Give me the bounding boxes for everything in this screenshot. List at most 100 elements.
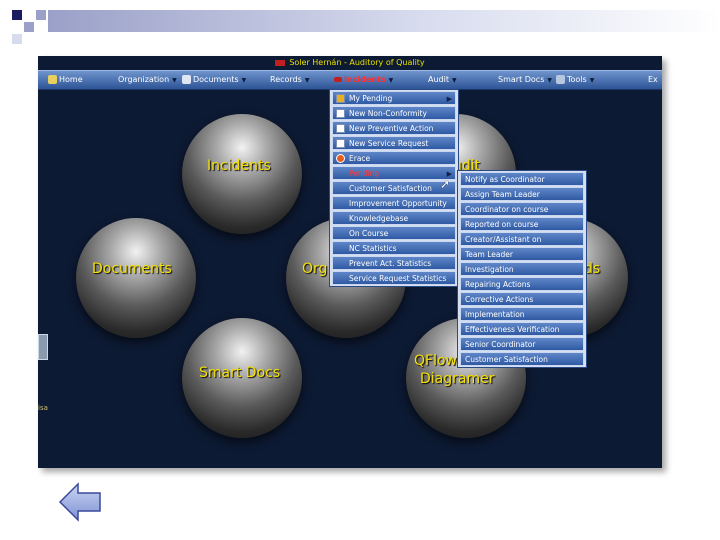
nav-smart-docs[interactable]: Smart Docs ▼: [498, 71, 552, 89]
sphere-label: QFlow: [414, 353, 457, 369]
submenu-item-investigation[interactable]: Investigation: [460, 262, 584, 276]
menu-item-label: Customer Satisfaction: [465, 355, 548, 364]
menu-item-on-course[interactable]: On Course: [332, 226, 456, 240]
submenu-item-creator-assistant-on[interactable]: Creator/Assistant on: [460, 232, 584, 246]
flag-icon: [275, 59, 286, 66]
nav-organization[interactable]: Organization ▼: [118, 71, 177, 89]
menu-item-new-service-request[interactable]: New Service Request: [332, 136, 456, 150]
submenu-item-team-leader[interactable]: Team Leader: [460, 247, 584, 261]
nav-exit-label: Ex: [648, 75, 658, 84]
sphere-label: Org: [302, 261, 328, 277]
menu-item-new-preventive-action[interactable]: New Preventive Action: [332, 121, 456, 135]
chevron-down-icon: ▼: [388, 77, 394, 84]
menu-item-label: Improvement Opportunity: [349, 199, 447, 208]
submenu-item-coordinator-on-course[interactable]: Coordinator on course: [460, 202, 584, 216]
nav-exit[interactable]: Ex: [648, 71, 658, 89]
menu-item-prevent-act-statistics[interactable]: Prevent Act. Statistics: [332, 256, 456, 270]
menu-item-label: New Preventive Action: [349, 124, 434, 133]
submenu-item-corrective-actions[interactable]: Corrective Actions: [460, 292, 584, 306]
menu-item-label: Repairing Actions: [465, 280, 531, 289]
chevron-down-icon: ▼: [172, 77, 177, 84]
menu-item-label: Investigation: [465, 265, 514, 274]
side-widget[interactable]: [38, 334, 48, 360]
document-icon: [336, 124, 345, 133]
submenu-item-implementation[interactable]: Implementation: [460, 307, 584, 321]
sphere-incidents[interactable]: [182, 114, 302, 234]
nav-records-label: Records: [270, 75, 302, 84]
nav-home[interactable]: Home: [48, 71, 83, 89]
menu-item-my-pending[interactable]: My Pending ▶: [332, 91, 456, 105]
nav-incidents-label: Incidents: [344, 75, 386, 84]
decor-square: [24, 22, 34, 32]
menu-item-label: My Pending: [349, 94, 393, 103]
window-title: Soler Hernán - Auditory of Quality: [38, 58, 662, 70]
menu-item-improvement-opportunity[interactable]: Improvement Opportunity: [332, 196, 456, 210]
menu-item-label: On Course: [349, 229, 389, 238]
chevron-down-icon: ▼: [451, 77, 457, 84]
sphere-label: Incidents: [207, 158, 271, 174]
nav-documents-label: Documents: [193, 75, 239, 84]
home-icon: [48, 75, 57, 84]
sphere-label: Smart Docs: [199, 365, 281, 381]
menu-item-nc-statistics[interactable]: NC Statistics: [332, 241, 456, 255]
mouse-cursor-icon: ➚: [440, 177, 451, 191]
nav-audit-label: Audit: [428, 75, 449, 84]
nav-organization-label: Organization: [118, 75, 170, 84]
menu-item-label: Effectiveness Verification: [465, 325, 560, 334]
nav-incidents[interactable]: Incidents ▼: [334, 71, 393, 89]
menu-item-label: Implementation: [465, 310, 525, 319]
chevron-down-icon: ▼: [304, 77, 310, 84]
nav-audit[interactable]: Audit ▼: [428, 71, 457, 89]
document-icon: [182, 75, 191, 84]
menu-item-label: Notify as Coordinator: [465, 175, 545, 184]
nav-tools[interactable]: Tools ▼: [556, 71, 594, 89]
alert-icon: [336, 154, 345, 163]
submenu-item-repairing-actions[interactable]: Repairing Actions: [460, 277, 584, 291]
menu-item-erace[interactable]: Erace: [332, 151, 456, 165]
menu-item-label: Team Leader: [465, 250, 513, 259]
nav-home-label: Home: [59, 75, 83, 84]
menu-item-label: Coordinator on course: [465, 205, 549, 214]
nav-documents[interactable]: Documents ▼: [182, 71, 246, 89]
star-icon: [336, 94, 345, 103]
menu-item-pending[interactable]: Pending ▶: [332, 166, 456, 180]
menu-item-label: Knowledgebase: [349, 214, 409, 223]
menu-item-label: Pending: [349, 169, 379, 178]
main-navbar: Home Organization ▼ Documents ▼ Records ▼ I…: [38, 70, 662, 90]
menu-item-service-request-statistics[interactable]: Service Request Statistics: [332, 271, 456, 285]
sphere-documents[interactable]: [76, 218, 196, 338]
submenu-item-senior-coordinator[interactable]: Senior Coordinator: [460, 337, 584, 351]
app-window: Soler Hernán - Auditory of Quality Home …: [38, 56, 662, 468]
menu-item-label: Customer Satisfaction: [349, 184, 432, 193]
menu-item-label: Senior Coordinator: [465, 340, 536, 349]
menu-item-new-non-conformity[interactable]: New Non-Conformity: [332, 106, 456, 120]
nav-records[interactable]: Records ▼: [270, 71, 309, 89]
nav-smart-docs-label: Smart Docs: [498, 75, 545, 84]
sphere-label: Diagramer: [420, 371, 495, 387]
submenu-item-reported-on-course[interactable]: Reported on course: [460, 217, 584, 231]
submenu-item-notify-as-coordinator[interactable]: Notify as Coordinator: [460, 172, 584, 186]
submenu-item-effectiveness-verification[interactable]: Effectiveness Verification: [460, 322, 584, 336]
window-title-text: Soler Hernán - Auditory of Quality: [289, 58, 425, 67]
chevron-down-icon: ▼: [547, 77, 552, 84]
menu-item-label: Prevent Act. Statistics: [349, 259, 432, 268]
menu-item-customer-satisfaction[interactable]: Customer Satisfaction: [332, 181, 456, 195]
slide-header-bar: [48, 10, 720, 32]
menu-item-label: Service Request Statistics: [349, 274, 447, 283]
document-icon: [336, 109, 345, 118]
menu-item-label: Erace: [349, 154, 371, 163]
nav-tools-label: Tools: [567, 75, 587, 84]
menu-item-label: Corrective Actions: [465, 295, 534, 304]
menu-item-label: Assign Team Leader: [465, 190, 540, 199]
submenu-arrow-icon: ▶: [446, 95, 452, 103]
menu-item-label: Reported on course: [465, 220, 539, 229]
submenu-item-customer-satisfaction[interactable]: Customer Satisfaction: [460, 352, 584, 366]
back-arrow-icon[interactable]: [58, 482, 102, 522]
decor-square: [12, 34, 22, 44]
pending-submenu: Notify as Coordinator Assign Team Leader…: [457, 170, 587, 368]
side-widget-text: isa: [38, 404, 48, 412]
menu-item-label: New Service Request: [349, 139, 429, 148]
submenu-item-assign-team-leader[interactable]: Assign Team Leader: [460, 187, 584, 201]
flag-icon: [334, 77, 342, 82]
menu-item-knowledgebase[interactable]: Knowledgebase: [332, 211, 456, 225]
